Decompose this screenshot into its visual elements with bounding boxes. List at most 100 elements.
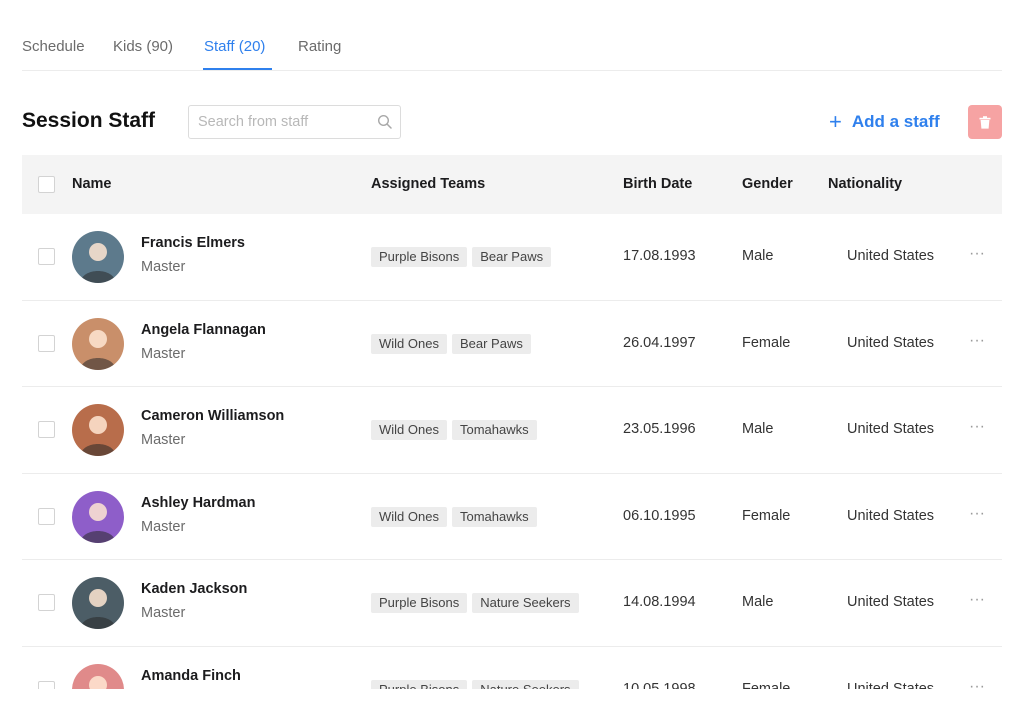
team-tag: Tomahawks (451, 420, 537, 440)
assigned-teams: Purple Bisons Nature Seekers (371, 679, 579, 689)
assigned-teams: Purple Bisons Nature Seekers (371, 593, 579, 613)
row-checkbox[interactable] (38, 334, 55, 352)
staff-role: Master (141, 345, 186, 362)
tab-bar: Schedule Kids (90) Staff (20) Rating (22, 0, 1002, 71)
column-header-teams[interactable]: Assigned Teams (371, 176, 485, 192)
add-staff-button[interactable]: + Add a staff (829, 110, 940, 134)
person-icon (89, 675, 107, 689)
table-row[interactable]: Ashley Hardman Master Wild Ones Tomahawks… (22, 474, 1002, 560)
column-header-name[interactable]: Name (72, 176, 112, 192)
nationality: United States (847, 594, 935, 610)
person-icon (80, 502, 116, 543)
search-icon[interactable] (377, 114, 393, 130)
more-options-icon[interactable]: ··· (969, 245, 985, 263)
table-row[interactable]: Kaden Jackson Master Purple Bisons Nature… (22, 560, 1002, 647)
avatar (72, 490, 124, 543)
avatar (72, 231, 124, 283)
staff-name: Amanda Finch (141, 667, 241, 684)
avatar (72, 317, 124, 370)
gender: Female (742, 334, 791, 351)
row-checkbox[interactable] (38, 680, 55, 689)
gender: Male (742, 248, 774, 264)
person-icon (80, 416, 116, 456)
search-input[interactable] (189, 106, 369, 138)
staff-name: Francis Elmers (141, 235, 245, 251)
staff-name: Cameron Williamson (141, 408, 285, 424)
table-row[interactable]: Amanda Finch Master Purple BisonsNature … (22, 647, 1002, 690)
birth-date: 26.04.1997 (623, 334, 696, 351)
tab-rating[interactable]: Rating (298, 38, 341, 55)
staff-name: Kaden Jackson (141, 581, 248, 597)
birth-date: 17.08.1993 (623, 248, 696, 264)
birth-date: 06.10.1995 (623, 507, 696, 524)
team-tag: Bear Paws (472, 247, 552, 267)
birth-date: 10.05.1998 (623, 680, 696, 690)
avatar (72, 663, 124, 689)
column-header-gender[interactable]: Gender (742, 176, 793, 192)
tab-kids[interactable]: Kids (90) (113, 38, 173, 55)
nationality: United States (847, 334, 935, 351)
staff-table: Name Assigned Teams Birth Date Gender Na… (22, 155, 1002, 689)
staff-name: Angela Flannagan (141, 321, 266, 338)
person-icon (80, 589, 116, 629)
team-tag: Wild Ones (371, 506, 447, 527)
staff-role: Master (141, 259, 186, 275)
more-options-icon[interactable]: ··· (969, 591, 985, 609)
assigned-teams: Purple Bisons Bear Paws (371, 247, 552, 267)
staff-role: Master (141, 518, 186, 535)
row-checkbox[interactable] (38, 507, 55, 525)
staff-role: Master (141, 605, 186, 621)
gender: Female (742, 680, 791, 690)
table-body: Francis Elmers Master Purple Bisons Bear … (22, 214, 1002, 689)
column-header-nationality[interactable]: Nationality (828, 176, 902, 192)
birth-date: 14.08.1994 (623, 594, 696, 610)
tab-staff[interactable]: Staff (20) (204, 38, 265, 55)
plus-icon: + (829, 109, 842, 134)
team-tag: Wild Ones (371, 333, 447, 354)
person-icon (80, 329, 116, 370)
active-tab-indicator (203, 68, 272, 70)
team-tag: Purple Bisons (371, 247, 468, 267)
staff-role: Master (141, 432, 186, 448)
more-options-icon[interactable]: ··· (969, 505, 985, 523)
team-tag: Nature Seekers (472, 593, 579, 613)
gender: Female (742, 507, 791, 524)
nationality: United States (847, 680, 935, 690)
avatar (72, 577, 124, 629)
team-tag: Bear Paws (451, 333, 531, 354)
row-checkbox[interactable] (38, 248, 55, 265)
page-title: Session Staff (22, 109, 156, 132)
team-tag: Wild Ones (371, 420, 447, 440)
assigned-teams: Wild Ones Tomahawks (371, 506, 537, 527)
avatar (72, 404, 124, 456)
team-tag: Nature Seekers (472, 679, 579, 689)
team-tag: Purple Bisons (371, 593, 468, 613)
more-options-icon[interactable]: ··· (969, 678, 985, 690)
row-checkbox[interactable] (38, 594, 55, 611)
row-checkbox[interactable] (38, 421, 55, 438)
team-tag: Purple Bisons (371, 679, 468, 689)
staff-name: Ashley Hardman (141, 494, 256, 511)
gender: Male (742, 421, 774, 437)
column-header-birth-date[interactable]: Birth Date (623, 176, 692, 192)
nationality: United States (847, 507, 935, 524)
add-staff-label: Add a staff (851, 112, 940, 131)
more-options-icon[interactable]: ··· (969, 418, 985, 436)
birth-date: 23.05.1996 (623, 421, 696, 437)
table-row[interactable]: Angela Flannagan Master Wild Ones Bear Pa… (22, 301, 1002, 387)
table-row[interactable]: Francis Elmers Master Purple Bisons Bear … (22, 214, 1002, 301)
assigned-teams: Wild Ones Tomahawks (371, 420, 537, 440)
trash-icon (979, 115, 991, 129)
team-tag: Tomahawks (451, 506, 537, 527)
person-icon (80, 243, 116, 283)
tab-schedule[interactable]: Schedule (22, 38, 85, 55)
table-row[interactable]: Cameron Williamson Master Wild Ones Tomah… (22, 387, 1002, 474)
nationality: United States (847, 421, 935, 437)
table-header: Name Assigned Teams Birth Date Gender Na… (22, 155, 1002, 214)
delete-button[interactable] (968, 105, 1002, 139)
more-options-icon[interactable]: ··· (969, 332, 985, 350)
assigned-teams: Wild Ones Bear Paws (371, 333, 531, 354)
select-all-checkbox[interactable] (38, 176, 55, 193)
search-box[interactable] (188, 105, 401, 139)
gender: Male (742, 594, 774, 610)
